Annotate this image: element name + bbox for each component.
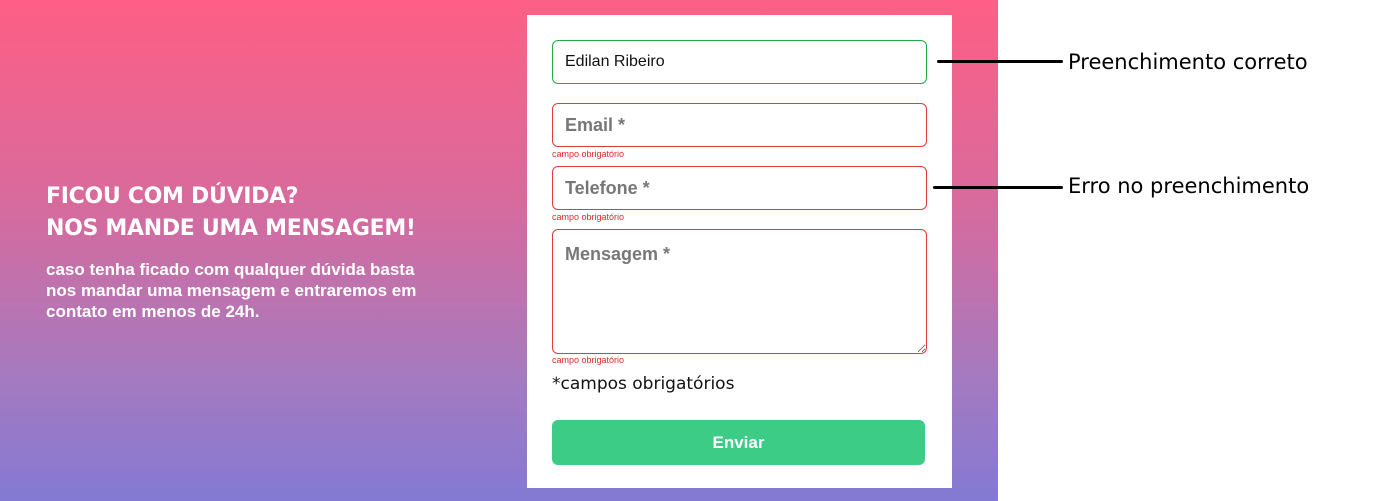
hero-subtext: caso tenha ficado com qualquer dúvida ba… [46,260,417,321]
message-field[interactable] [552,229,927,354]
name-field[interactable] [552,40,927,84]
submit-button[interactable]: Enviar [552,420,925,465]
email-field[interactable] [552,103,927,147]
required-fields-note: *campos obrigatórios [552,374,735,394]
phone-error-message: campo obrigatório [552,212,625,222]
hero-text: FICOU COM DÚVIDA? NOS MANDE UMA MENSAGEM… [46,181,426,322]
phone-field[interactable] [552,166,927,210]
annotation-error: Erro no preenchimento [1068,174,1310,198]
hero-panel: FICOU COM DÚVIDA? NOS MANDE UMA MENSAGEM… [0,0,998,501]
hero-heading-line1: FICOU COM DÚVIDA? [46,184,299,209]
annotation-line-correct [937,60,1063,63]
hero-heading-line2: NOS MANDE UMA MENSAGEM! [46,216,416,241]
message-error-message: campo obrigatório [552,355,625,365]
email-error-message: campo obrigatório [552,149,625,159]
annotation-line-error [933,186,1063,189]
contact-form: campo obrigatório campo obrigatório camp… [527,15,952,488]
annotation-correct: Preenchimento correto [1068,50,1308,74]
hero-heading: FICOU COM DÚVIDA? NOS MANDE UMA MENSAGEM… [46,181,426,245]
